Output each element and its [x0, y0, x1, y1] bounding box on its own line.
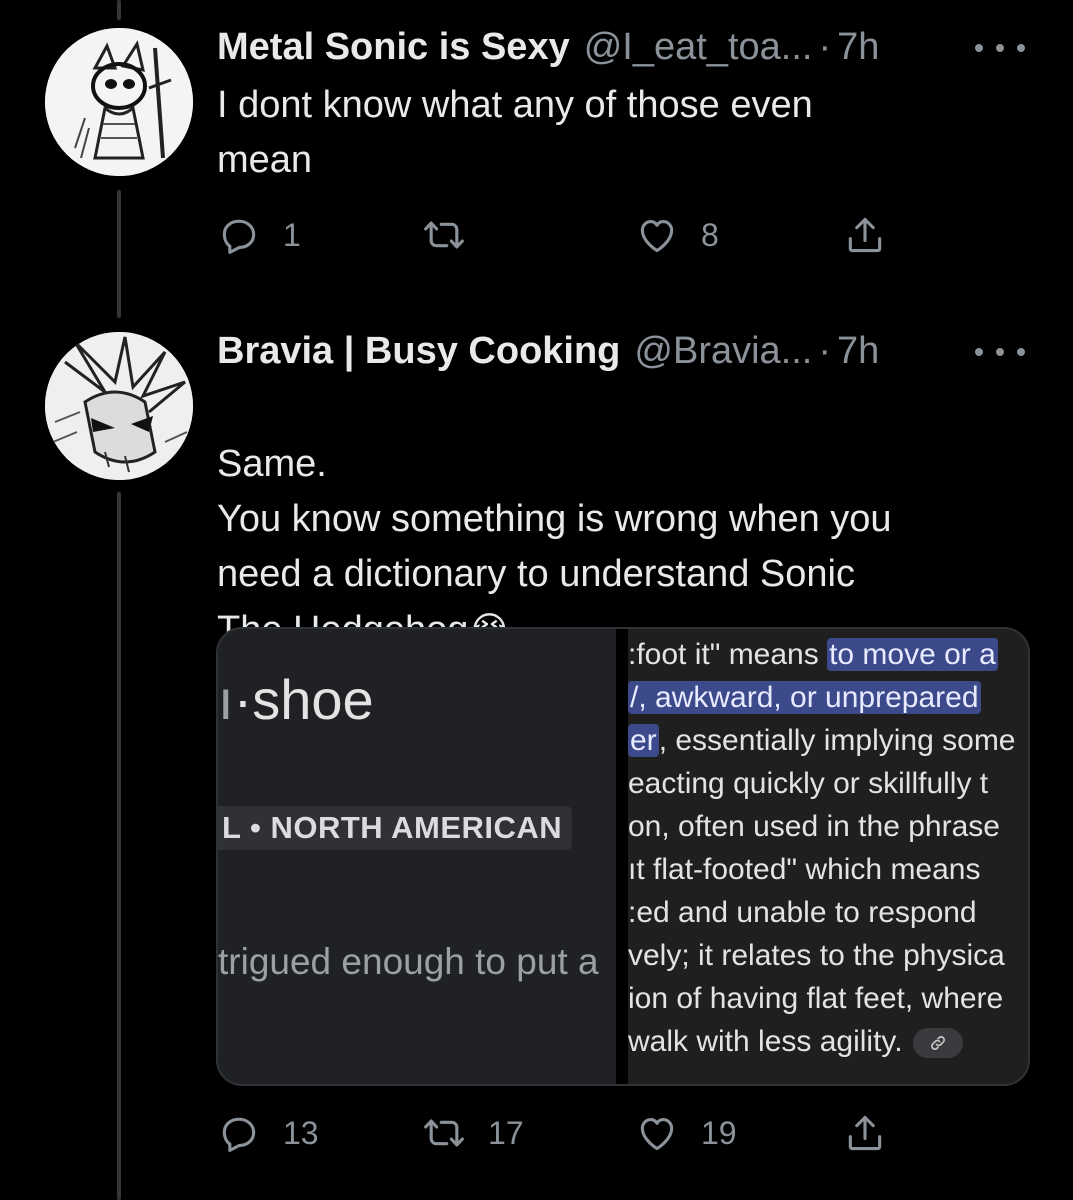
image-divider: [616, 629, 628, 1084]
thread-line-middle: [117, 190, 121, 318]
word-text: ·shoe: [233, 668, 374, 731]
definition-screenshot: :foot it" means to move or a /, awkward,…: [628, 629, 1028, 1084]
timestamp[interactable]: 7h: [837, 26, 879, 69]
word-prefix: ı: [218, 668, 234, 731]
manga-character-avatar-icon: [45, 332, 193, 480]
retweet-icon: [424, 1119, 464, 1147]
reply-count: 1: [283, 216, 301, 253]
like-button[interactable]: 19: [635, 1108, 737, 1158]
like-count: 19: [701, 1114, 737, 1151]
region-badge: L • NORTH AMERICAN: [218, 806, 572, 850]
link-icon: [912, 1028, 963, 1059]
reply-button[interactable]: 13: [217, 1108, 319, 1158]
definition-line: on, often used in the phrase: [628, 810, 1000, 843]
like-count: 8: [701, 216, 719, 253]
reply-button[interactable]: 1: [217, 210, 301, 260]
definition-line: :foot it" means to move or a: [628, 638, 998, 671]
avatar[interactable]: [45, 28, 193, 176]
definition-line: /, awkward, or unprepared: [628, 681, 981, 714]
media-image[interactable]: ı·shoe L • NORTH AMERICAN trigued enough…: [216, 627, 1030, 1086]
share-button[interactable]: [843, 1108, 887, 1158]
definition-line: walk with less agility.: [628, 1022, 963, 1062]
tweet-text-content: Same. You know something is wrong when y…: [217, 443, 892, 651]
timestamp[interactable]: 7h: [837, 330, 879, 373]
reply-count: 13: [283, 1114, 319, 1151]
separator: ·: [818, 25, 832, 68]
retweet-icon: [424, 221, 464, 249]
retweet-button[interactable]: 17: [422, 1108, 524, 1158]
reply-icon: [222, 1117, 256, 1152]
heart-icon: [640, 220, 674, 253]
tweet-text: I dont know what any of those even mean: [217, 84, 813, 181]
retweet-button[interactable]: [422, 210, 488, 260]
thread-line-bottom: [117, 492, 121, 1200]
share-icon: [848, 1115, 882, 1151]
definition-line: ıt flat-footed" which means: [628, 853, 981, 886]
definition-line: eacting quickly or skillfully t: [628, 767, 989, 800]
thread-line-top: [117, 0, 121, 20]
heart-icon: [640, 1118, 674, 1151]
tweet-header: Bravia | Busy Cooking @Bravia... · 7h: [217, 326, 879, 376]
user-handle[interactable]: @I_eat_toa...: [584, 26, 813, 69]
like-button[interactable]: 8: [635, 210, 719, 260]
display-name[interactable]: Bravia | Busy Cooking: [217, 330, 620, 373]
retweet-count: 17: [488, 1114, 524, 1151]
separator: ·: [818, 329, 832, 372]
tweet-header: Metal Sonic is Sexy @I_eat_toa... · 7h: [217, 22, 879, 72]
example-sentence: trigued enough to put a: [218, 941, 599, 982]
metal-sonic-sketch-avatar-icon: [45, 28, 193, 176]
display-name[interactable]: Metal Sonic is Sexy: [217, 26, 570, 69]
definition-line: vely; it relates to the physica: [628, 939, 1005, 972]
tweet-actions: 1 8: [217, 210, 917, 260]
tweet-actions: 13 17 19: [217, 1108, 917, 1158]
share-icon: [848, 217, 882, 253]
share-button[interactable]: [843, 210, 887, 260]
more-options-icon[interactable]: [975, 33, 1025, 63]
definition-line: er, essentially implying some: [628, 724, 1016, 757]
definition-line: :ed and unable to respond: [628, 896, 977, 929]
user-handle[interactable]: @Bravia...: [634, 330, 812, 373]
reply-icon: [222, 219, 256, 254]
tweet-text: Same. You know something is wrong when y…: [217, 382, 892, 658]
more-options-icon[interactable]: [975, 337, 1025, 367]
dictionary-word: ı·shoe: [218, 667, 374, 732]
definition-line: ion of having flat feet, where: [628, 982, 1004, 1015]
dictionary-screenshot: ı·shoe L • NORTH AMERICAN trigued enough…: [218, 629, 616, 1084]
avatar[interactable]: [45, 332, 193, 480]
